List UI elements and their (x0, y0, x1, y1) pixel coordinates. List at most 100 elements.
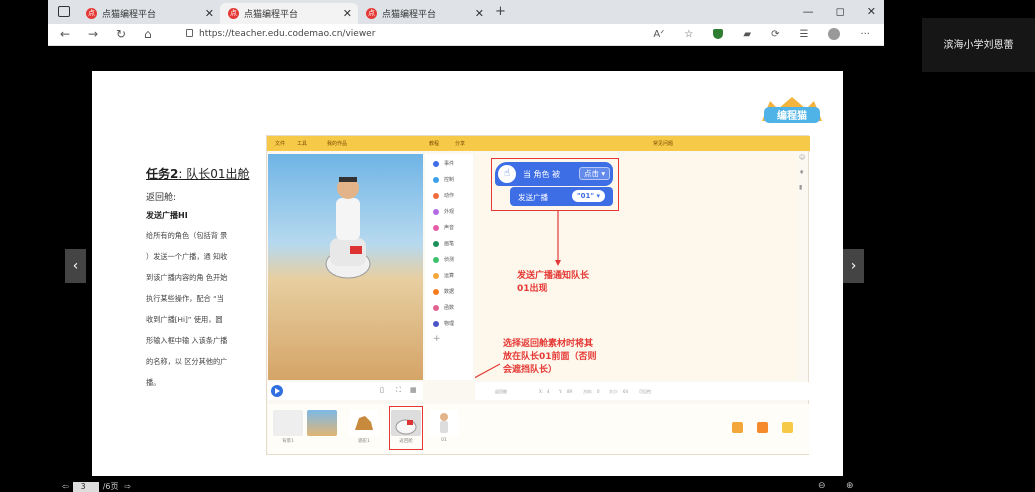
category-looks[interactable]: 外观 (433, 208, 454, 215)
folder-icon[interactable] (782, 422, 793, 433)
category-pen[interactable]: 画笔 (433, 240, 454, 247)
work-title: 我的作品 (327, 141, 348, 147)
home-icon[interactable]: ⌂ (144, 27, 152, 41)
read-aloud-icon[interactable]: Aᐟ (653, 29, 664, 40)
tab-title: 点猫编程平台 (102, 10, 157, 20)
favorites-list-icon[interactable]: ☰ (799, 29, 808, 40)
annotation-layer-order: 选择返回舱素材时将其 放在队长01前面（否则 会遮挡队长） (503, 339, 597, 375)
sprite-item[interactable]: 骆驼1 (348, 409, 380, 447)
broadcast-heading: 发送广播HI (146, 211, 188, 220)
sprite-item[interactable]: 背景1 (272, 409, 304, 447)
category-motion[interactable]: 动作 (433, 192, 454, 199)
prev-page-arrow-icon[interactable]: ⇦ (62, 482, 69, 491)
sensing-icon (433, 256, 439, 263)
back-arrow-icon[interactable]: ← (60, 27, 70, 41)
screen: 点 点猫编程平台 ✕ 点 点猫编程平台 ✕ 点 点猫编程平台 ✕ + — ◻ ✕ (0, 0, 1035, 492)
url-text: https://teacher.edu.codemao.cn/viewer (199, 29, 376, 39)
grid-icon[interactable]: ▦ (410, 386, 417, 394)
next-page-arrow-icon[interactable]: ⇨ (125, 482, 132, 491)
favorite-star-icon[interactable]: ☆ (684, 29, 693, 40)
block-categories: 事件 控制 动作 外观 声音 画笔 侦测 运算 数据 函数 物理 + (425, 154, 473, 380)
address-bar-row: ← → ↻ ⌂ https://teacher.edu.codemao.cn/v… (48, 24, 884, 46)
category-data[interactable]: 数据 (433, 288, 454, 295)
events-icon (433, 160, 439, 167)
extension-icon[interactable]: ▰ (743, 29, 751, 40)
codemao-favicon-icon: 点 (228, 8, 239, 19)
tutorial-menu: 教程 (429, 141, 440, 147)
codemao-logo: 编程猫 (762, 97, 822, 123)
page-number-input[interactable]: 3 (72, 481, 99, 492)
more-menu-icon[interactable]: ··· (860, 29, 870, 40)
sprite-list: 背景1 骆驼1 返回舱 01 (268, 404, 809, 454)
browser-toolbar-icons: Aᐟ ☆ ▰ ⟳ ☰ ··· (653, 28, 870, 40)
browser-tab-3[interactable]: 点 点猫编程平台 ✕ (358, 3, 490, 24)
stage-preview (268, 154, 423, 380)
highlight-box-sprite (389, 406, 423, 450)
file-menu: 文件 (275, 141, 286, 147)
device-icon[interactable]: ▯ (380, 386, 384, 394)
slide-page: 编程猫 任务2: 队长01出舱 返回舱: 发送广播HI 给所有的角色（包括背 景… (92, 71, 843, 476)
browser-tab-1[interactable]: 点 点猫编程平台 ✕ (78, 3, 220, 24)
broadcast-description: 给所有的角色（包括背 景 ）发送一个广播，通 知收 到该广播内容的角 色开始 执… (146, 231, 228, 387)
address-bar[interactable]: https://teacher.edu.codemao.cn/viewer (186, 29, 375, 39)
task-title: 任务2: 队长01出舱 (146, 167, 250, 181)
browser-window: 点 点猫编程平台 ✕ 点 点猫编程平台 ✕ 点 点猫编程平台 ✕ + — ◻ ✕ (48, 0, 884, 46)
physics-icon (433, 320, 439, 327)
category-control[interactable]: 控制 (433, 176, 454, 183)
music-icon[interactable] (732, 422, 743, 433)
window-controls: — ◻ ✕ (803, 5, 876, 18)
codemao-favicon-icon: 点 (86, 8, 97, 19)
zoom-out-icon[interactable]: ⊖ (818, 481, 826, 491)
looks-icon (433, 208, 439, 215)
previous-slide-button[interactable]: ‹ (65, 249, 86, 283)
lock-icon (186, 29, 193, 37)
minimize-button[interactable]: — (803, 5, 814, 18)
category-events[interactable]: 事件 (433, 160, 454, 167)
close-window-button[interactable]: ✕ (867, 5, 876, 18)
page-total: /6页 (102, 482, 119, 491)
close-tab-icon[interactable]: ✕ (343, 7, 352, 20)
editor-toolbar: 文件 工具 我的作品 教程 分享 常见问题 (267, 136, 810, 151)
sprite-properties-bar: 返回舱 X: 4 Y: 89 方向: 0 大小: 64 可见性: (475, 382, 809, 400)
category-physics[interactable]: 物理 (433, 320, 454, 327)
fullscreen-icon[interactable]: ⛶ (396, 386, 401, 395)
new-tab-button[interactable]: + (495, 4, 506, 19)
page-navigator: ⇦ 3 /6页 ⇨ (62, 481, 131, 492)
tools-menu: 工具 (297, 141, 308, 147)
forward-arrow-icon[interactable]: → (88, 27, 98, 41)
add-extension-button[interactable]: + (433, 334, 444, 344)
cat-mascot-icon[interactable]: ☺ (799, 154, 809, 161)
category-functions[interactable]: 函数 (433, 304, 454, 311)
chart-icon[interactable]: ▮ (799, 184, 809, 191)
tab-title: 点猫编程平台 (382, 10, 437, 20)
zoom-in-icon[interactable]: ⊕ (846, 481, 854, 491)
editor-screenshot: 文件 工具 我的作品 教程 分享 常见问题 ▯ ⛶ ▦ 事件 控制 动作 外观 … (266, 135, 810, 455)
sprite-item[interactable]: 01 (428, 409, 460, 447)
window-menu-icon[interactable] (58, 6, 70, 17)
adblock-shield-icon[interactable] (713, 29, 724, 39)
play-button[interactable] (271, 385, 283, 397)
category-sound[interactable]: 声音 (433, 224, 454, 231)
close-tab-icon[interactable]: ✕ (475, 7, 484, 20)
category-operators[interactable]: 运算 (433, 272, 454, 279)
codemao-favicon-icon: 点 (366, 8, 377, 19)
profile-avatar[interactable] (828, 28, 841, 40)
astronaut-sprite (325, 177, 371, 279)
return-cabin-label: 返回舱: (146, 193, 177, 203)
next-slide-button[interactable]: › (843, 249, 864, 283)
collections-icon[interactable]: ⟳ (771, 29, 779, 40)
sprite-item[interactable] (306, 409, 338, 447)
category-sensing[interactable]: 侦测 (433, 256, 454, 263)
control-icon (433, 176, 439, 183)
operators-icon (433, 272, 439, 279)
browser-tab-2[interactable]: 点 点猫编程平台 ✕ (220, 3, 358, 24)
workspace-side-tools: ☺ ♦ ▮ (799, 154, 809, 214)
sound-icon (433, 224, 439, 231)
close-tab-icon[interactable]: ✕ (205, 7, 214, 20)
restore-button[interactable]: ◻ (836, 5, 845, 18)
functions-icon (433, 304, 439, 311)
refresh-icon[interactable]: ↻ (116, 27, 126, 41)
pin-icon[interactable]: ♦ (799, 169, 809, 176)
data-icon (433, 288, 439, 295)
paint-brush-icon[interactable] (757, 422, 768, 433)
